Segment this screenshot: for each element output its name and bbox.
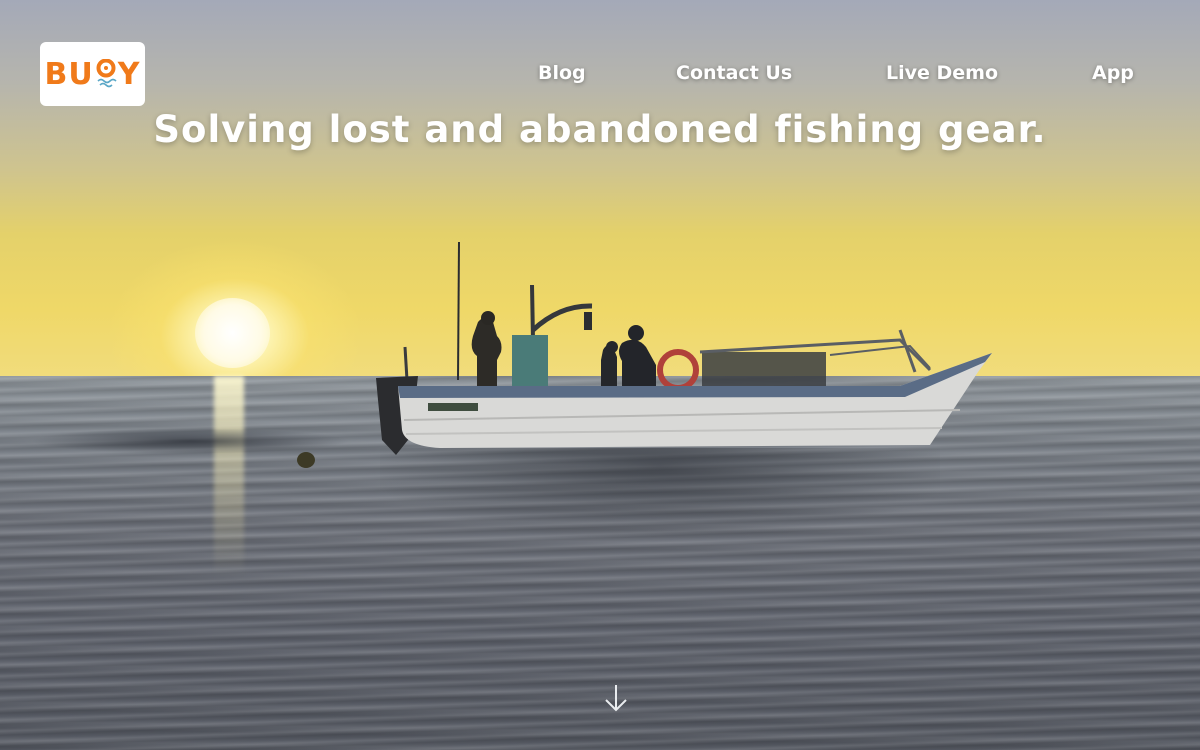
arrow-down-icon[interactable] [603,683,629,713]
engine-block [512,335,548,388]
crane-hook [584,312,592,330]
floating-buoy [297,452,315,468]
crab-cage [702,352,826,388]
logo-text-left: BU [44,56,94,92]
fisherman-1 [471,317,502,390]
fisherman-3 [619,339,656,391]
life-ring [657,349,699,391]
logo-text-right: Y [117,56,141,92]
hero-headline: Solving lost and abandoned fishing gear. [153,108,1047,151]
logo[interactable]: BU Y [40,42,145,106]
logo-wordmark: BU Y [45,57,141,92]
buoy-icon [96,59,117,88]
crane-post [530,284,535,341]
nav-blog[interactable]: Blog [538,62,586,84]
nav-live-demo[interactable]: Live Demo [886,62,998,84]
boat-registration [428,403,478,411]
nav-contact-us[interactable]: Contact Us [676,62,792,84]
crane-arm [531,303,593,332]
nav-app[interactable]: App [1092,62,1134,84]
boat-antenna [457,241,460,381]
boat-pole [403,346,409,381]
